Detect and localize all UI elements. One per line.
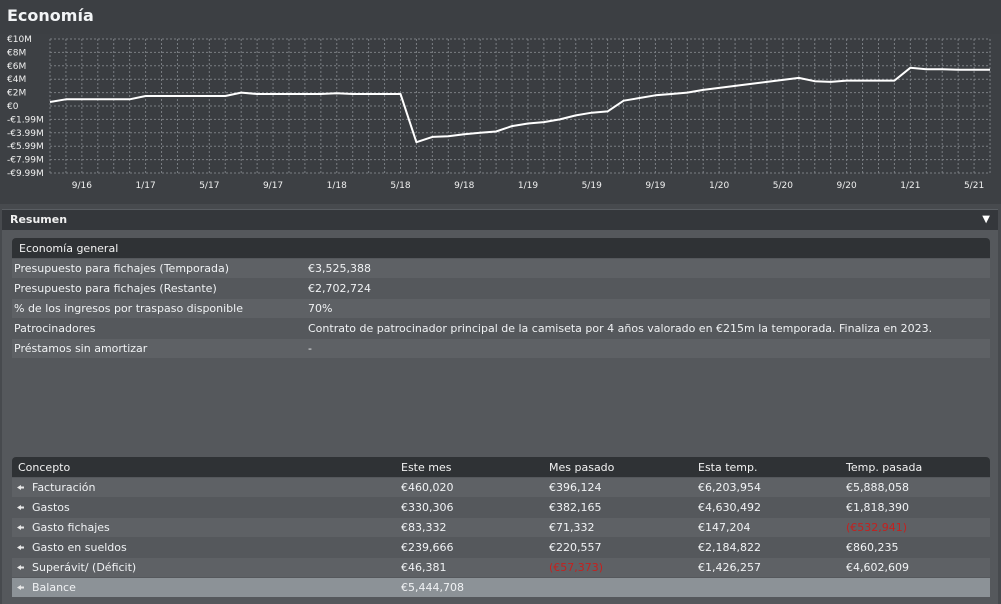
x-tick-label: 1/21 bbox=[900, 181, 920, 191]
x-tick-label: 1/18 bbox=[327, 181, 347, 191]
y-tick-label: -€3.99M bbox=[7, 129, 44, 139]
col-header-este-mes[interactable]: Este mes bbox=[401, 461, 451, 474]
cell-este-mes: €5,444,708 bbox=[401, 581, 464, 594]
kv-row-sponsors: Patrocinadores Contrato de patrocinador … bbox=[12, 319, 990, 338]
cell-esta-temp: €147,204 bbox=[698, 521, 751, 534]
x-tick-label: 1/17 bbox=[135, 181, 155, 191]
table-row-balance[interactable]: Balance €5,444,708 bbox=[12, 578, 990, 597]
cell-esta-temp: €1,426,257 bbox=[698, 561, 761, 574]
col-header-concepto[interactable]: Concepto bbox=[18, 461, 70, 474]
resumen-label: Resumen bbox=[10, 213, 68, 226]
cell-este-mes: €83,332 bbox=[401, 521, 447, 534]
x-tick-label: 5/17 bbox=[199, 181, 219, 191]
table-row-gastos[interactable]: Gastos €330,306 €382,165 €4,630,492 €1,8… bbox=[12, 498, 990, 517]
cell-mes-pasado: (€57,373) bbox=[549, 561, 604, 574]
cell-temp-pasada: (€532,941) bbox=[846, 521, 908, 534]
bullet-icon bbox=[17, 545, 24, 550]
cell-concepto: Balance bbox=[32, 581, 76, 594]
bullet-icon bbox=[17, 525, 24, 530]
kv-value: 70% bbox=[308, 302, 333, 315]
x-tick-label: 5/20 bbox=[773, 181, 793, 191]
y-tick-label: -€9.99M bbox=[7, 169, 44, 179]
cell-este-mes: €46,381 bbox=[401, 561, 447, 574]
page-title: Economía bbox=[7, 6, 94, 25]
finance-table-header: Concepto Este mes Mes pasado Esta temp. … bbox=[12, 457, 990, 477]
y-tick-label: €10M bbox=[7, 35, 32, 45]
col-header-esta-temp[interactable]: Esta temp. bbox=[698, 461, 758, 474]
bullet-icon bbox=[17, 485, 24, 490]
table-row-superavit[interactable]: Superávit/ (Déficit) €46,381 (€57,373) €… bbox=[12, 558, 990, 577]
kv-label: Presupuesto para fichajes (Restante) bbox=[14, 282, 217, 295]
finance-chart: €10M €8M €6M €4M €2M €0 -€1.99M -€3.99M -€5.99M -… bbox=[0, 34, 1001, 204]
x-tick-label: 9/20 bbox=[837, 181, 857, 191]
kv-row-transfer-income: % de los ingresos por traspaso disponibl… bbox=[12, 299, 990, 318]
y-tick-label: €0 bbox=[7, 102, 19, 112]
y-tick-label: -€7.99M bbox=[7, 156, 44, 166]
table-row-facturacion[interactable]: Facturación €460,020 €396,124 €6,203,954… bbox=[12, 478, 990, 497]
col-header-mes-pasado[interactable]: Mes pasado bbox=[549, 461, 614, 474]
collapse-triangle-icon[interactable]: ▼ bbox=[982, 214, 990, 225]
y-tick-label: -€5.99M bbox=[7, 142, 44, 152]
bullet-icon bbox=[17, 505, 24, 510]
x-tick-label: 5/19 bbox=[582, 181, 602, 191]
kv-value: Contrato de patrocinador principal de la… bbox=[308, 322, 933, 335]
cell-mes-pasado: €220,557 bbox=[549, 541, 602, 554]
cell-esta-temp: €6,203,954 bbox=[698, 481, 761, 494]
table-row-gasto-fichajes[interactable]: Gasto fichajes €83,332 €71,332 €147,204 … bbox=[12, 518, 990, 537]
kv-value: €2,702,724 bbox=[308, 282, 371, 295]
cell-mes-pasado: €71,332 bbox=[549, 521, 595, 534]
kv-label: % de los ingresos por traspaso disponibl… bbox=[14, 302, 243, 315]
bullet-icon bbox=[17, 585, 24, 590]
cell-este-mes: €460,020 bbox=[401, 481, 454, 494]
cell-esta-temp: €4,630,492 bbox=[698, 501, 761, 514]
cell-temp-pasada: €1,818,390 bbox=[846, 501, 909, 514]
cell-mes-pasado: €396,124 bbox=[549, 481, 602, 494]
cell-este-mes: €239,666 bbox=[401, 541, 454, 554]
kv-row-budget-season: Presupuesto para fichajes (Temporada) €3… bbox=[12, 259, 990, 278]
cell-mes-pasado: €382,165 bbox=[549, 501, 602, 514]
kv-value: - bbox=[308, 342, 312, 355]
x-tick-label: 9/19 bbox=[645, 181, 665, 191]
x-tick-label: 9/18 bbox=[454, 181, 474, 191]
cell-temp-pasada: €4,602,609 bbox=[846, 561, 909, 574]
cell-concepto: Gasto fichajes bbox=[32, 521, 110, 534]
x-tick-label: 5/18 bbox=[390, 181, 410, 191]
finance-chart-svg: €10M €8M €6M €4M €2M €0 -€1.99M -€3.99M -€5.99M -… bbox=[7, 35, 991, 191]
y-tick-label: -€1.99M bbox=[7, 115, 44, 125]
y-tick-label: €6M bbox=[7, 62, 26, 72]
y-tick-label: €8M bbox=[7, 48, 26, 58]
cell-temp-pasada: €860,235 bbox=[846, 541, 899, 554]
cell-esta-temp: €2,184,822 bbox=[698, 541, 761, 554]
cell-concepto: Facturación bbox=[32, 481, 96, 494]
kv-label: Presupuesto para fichajes (Temporada) bbox=[14, 262, 230, 275]
x-tick-label: 9/17 bbox=[263, 181, 283, 191]
kv-label: Préstamos sin amortizar bbox=[14, 342, 148, 355]
y-tick-label: €2M bbox=[7, 89, 26, 99]
economia-general-title: Economía general bbox=[19, 242, 119, 255]
title-bar: Economía bbox=[0, 0, 1001, 34]
cell-concepto: Superávit/ (Déficit) bbox=[32, 561, 137, 574]
bullet-icon bbox=[17, 565, 24, 570]
cell-este-mes: €330,306 bbox=[401, 501, 454, 514]
kv-row-loans: Préstamos sin amortizar - bbox=[12, 339, 990, 358]
x-tick-label: 1/20 bbox=[709, 181, 729, 191]
kv-value: €3,525,388 bbox=[308, 262, 371, 275]
x-tick-label: 1/19 bbox=[518, 181, 538, 191]
kv-label: Patrocinadores bbox=[14, 322, 96, 335]
table-row-gasto-sueldos[interactable]: Gasto en sueldos €239,666 €220,557 €2,18… bbox=[12, 538, 990, 557]
col-header-temp-pasada[interactable]: Temp. pasada bbox=[846, 461, 922, 474]
cell-concepto: Gasto en sueldos bbox=[32, 541, 127, 554]
x-tick-label: 9/16 bbox=[72, 181, 92, 191]
cell-temp-pasada: €5,888,058 bbox=[846, 481, 909, 494]
kv-row-budget-remaining: Presupuesto para fichajes (Restante) €2,… bbox=[12, 279, 990, 298]
economia-general-header: Economía general bbox=[12, 238, 990, 258]
resumen-header[interactable]: Resumen ▼ bbox=[2, 209, 998, 230]
y-tick-label: €4M bbox=[7, 75, 26, 85]
cell-concepto: Gastos bbox=[32, 501, 70, 514]
x-tick-label: 5/21 bbox=[964, 181, 984, 191]
